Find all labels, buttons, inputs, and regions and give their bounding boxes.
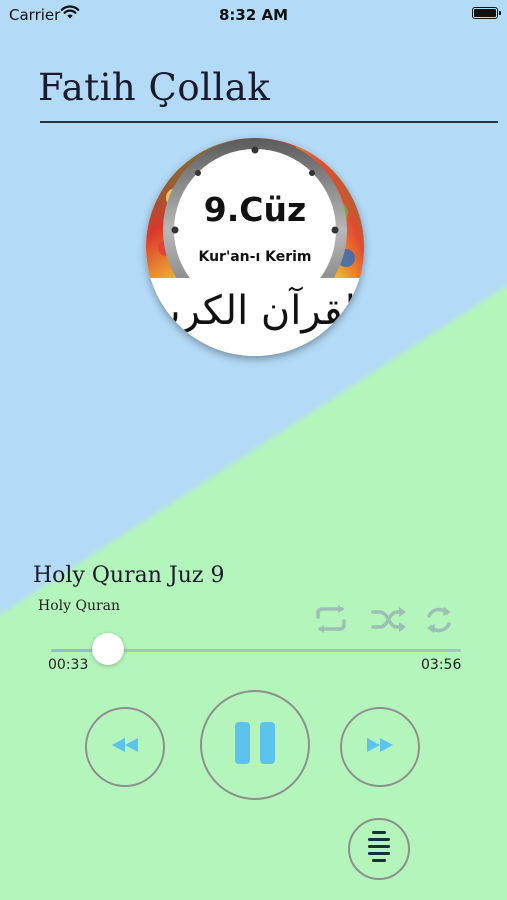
repeat-icon[interactable]	[312, 604, 350, 639]
battery-icon	[472, 7, 501, 19]
album-art-subtitle: Kur'an-ı Kerim	[198, 249, 312, 265]
playlist-icon	[368, 830, 390, 868]
fast-forward-button[interactable]	[340, 707, 420, 787]
loop-icon[interactable]	[423, 604, 455, 641]
artist-name: Fatih Çollak	[38, 66, 271, 109]
album-art: 9.Cüz Kur'an-ı Kerim القرآن الكريم	[146, 138, 364, 356]
track-album: Holy Quran	[38, 598, 121, 614]
total-time: 03:56	[421, 657, 462, 673]
elapsed-time: 00:33	[48, 657, 89, 673]
album-art-title: 9.Cüz	[203, 190, 307, 229]
fast-forward-icon	[366, 737, 394, 758]
clock: 8:32 AM	[218, 6, 289, 24]
playlist-button[interactable]	[348, 818, 410, 880]
header-divider	[40, 121, 498, 123]
status-bar: Carrier 8:32 AM	[0, 0, 507, 28]
pause-button[interactable]	[200, 690, 310, 800]
rewind-icon	[111, 737, 139, 758]
shuffle-icon[interactable]	[371, 604, 407, 639]
track-title: Holy Quran Juz 9	[33, 563, 225, 588]
progress-thumb[interactable]	[92, 633, 125, 665]
album-art-arabic: القرآن الكريم	[146, 288, 364, 334]
pause-icon	[233, 721, 277, 770]
rewind-button[interactable]	[85, 707, 165, 787]
